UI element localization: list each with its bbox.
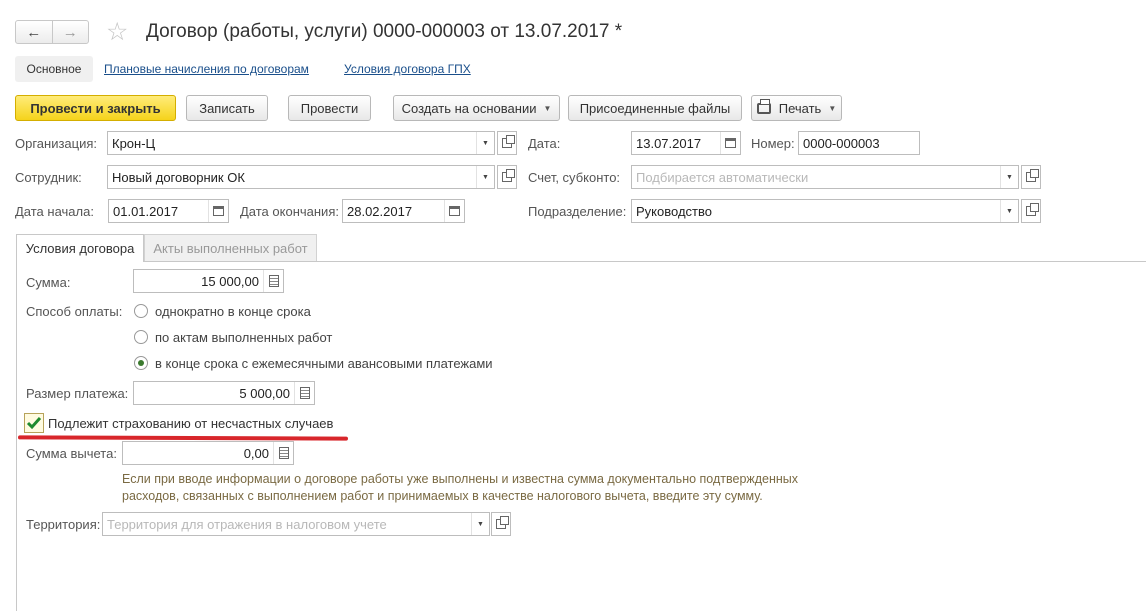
printer-icon xyxy=(756,98,771,114)
attached-files-button[interactable]: Присоединенные файлы xyxy=(568,95,742,121)
calendar-icon[interactable] xyxy=(720,132,740,154)
start-date-value: 01.01.2017 xyxy=(113,203,179,219)
open-icon xyxy=(502,135,515,148)
open-employee-button[interactable] xyxy=(497,165,517,189)
open-account-button[interactable] xyxy=(1021,165,1041,189)
territory-field[interactable]: Территория для отражения в налоговом уче… xyxy=(102,512,490,536)
payment-size-value: 5 000,00 xyxy=(239,385,290,401)
calendar-icon[interactable] xyxy=(444,200,464,222)
tab-contract-conditions[interactable]: Условия договора xyxy=(16,234,144,262)
star-icon[interactable]: ☆ xyxy=(106,19,128,45)
section-main[interactable]: Основное xyxy=(15,56,93,82)
end-date-value: 28.02.2017 xyxy=(347,203,413,219)
date-field[interactable]: 13.07.2017 xyxy=(631,131,741,155)
sum-value: 15 000,00 xyxy=(201,273,259,289)
sum-label: Сумма: xyxy=(26,275,71,290)
chevron-down-icon: ▼ xyxy=(543,103,552,113)
post-and-close-button[interactable]: Провести и закрыть xyxy=(15,95,176,121)
employee-value: Новый договорник ОК xyxy=(112,169,245,185)
number-value: 0000-000003 xyxy=(803,135,880,151)
section-planned-accruals[interactable]: Плановые начисления по договорам xyxy=(104,62,309,76)
print-button[interactable]: Печать ▼ xyxy=(751,95,842,121)
insurance-label[interactable]: Подлежит страхованию от несчастных случа… xyxy=(48,416,333,431)
calculator-icon[interactable] xyxy=(263,270,283,292)
sum-field[interactable]: 15 000,00 xyxy=(133,269,284,293)
date-label: Дата: xyxy=(528,136,561,151)
start-date-label: Дата начала: xyxy=(15,204,94,219)
create-based-on-button[interactable]: Создать на основании ▼ xyxy=(393,95,560,121)
payment-size-label: Размер платежа: xyxy=(26,386,129,401)
calculator-icon[interactable] xyxy=(273,442,293,464)
payment-method-label: Способ оплаты: xyxy=(26,304,123,319)
open-department-button[interactable] xyxy=(1021,199,1041,223)
dropdown-icon[interactable]: ▼ xyxy=(1000,200,1018,222)
dropdown-icon[interactable]: ▼ xyxy=(471,513,489,535)
open-icon xyxy=(1026,203,1039,216)
deduction-value: 0,00 xyxy=(243,445,269,461)
employee-field[interactable]: Новый договорник ОК ▼ xyxy=(107,165,495,189)
open-icon xyxy=(1026,169,1039,182)
tab-completed-acts[interactable]: Акты выполненных работ xyxy=(144,234,317,261)
account-placeholder: Подбирается автоматически xyxy=(636,169,809,185)
number-label: Номер: xyxy=(751,136,795,151)
department-field[interactable]: Руководство ▼ xyxy=(631,199,1019,223)
section-gph-terms[interactable]: Условия договора ГПХ xyxy=(344,62,471,76)
open-organization-button[interactable] xyxy=(497,131,517,155)
open-icon xyxy=(502,169,515,182)
deduction-label: Сумма вычета: xyxy=(26,446,117,461)
back-button[interactable]: ← xyxy=(16,21,52,43)
end-date-field[interactable]: 28.02.2017 xyxy=(342,199,465,223)
radio-monthly-advance[interactable] xyxy=(134,356,148,370)
number-field[interactable]: 0000-000003 xyxy=(798,131,920,155)
account-label: Счет, субконто: xyxy=(528,170,621,185)
radio-monthly-advance-label[interactable]: в конце срока с ежемесячными авансовыми … xyxy=(155,356,493,371)
arrow-left-icon: ← xyxy=(26,23,42,41)
account-field[interactable]: Подбирается автоматически ▼ xyxy=(631,165,1019,189)
organization-value: Крон-Ц xyxy=(112,135,156,151)
calculator-icon[interactable] xyxy=(294,382,314,404)
open-icon xyxy=(496,516,509,529)
dropdown-icon[interactable]: ▼ xyxy=(476,166,494,188)
employee-label: Сотрудник: xyxy=(15,170,82,185)
department-label: Подразделение: xyxy=(528,204,627,219)
start-date-field[interactable]: 01.01.2017 xyxy=(108,199,229,223)
print-label: Печать xyxy=(778,100,822,116)
deduction-field[interactable]: 0,00 xyxy=(122,441,294,465)
territory-placeholder: Территория для отражения в налоговом уче… xyxy=(107,516,387,532)
post-button[interactable]: Провести xyxy=(288,95,371,121)
date-value: 13.07.2017 xyxy=(636,135,702,151)
forward-button[interactable]: → xyxy=(51,21,89,43)
territory-label: Территория: xyxy=(26,517,101,532)
nav-buttons: ← → xyxy=(15,20,89,44)
dropdown-icon[interactable]: ▼ xyxy=(1000,166,1018,188)
deduction-hint: Если при вводе информации о договоре раб… xyxy=(122,472,799,503)
save-button[interactable]: Записать xyxy=(186,95,268,121)
open-territory-button[interactable] xyxy=(491,512,511,536)
end-date-label: Дата окончания: xyxy=(240,204,339,219)
radio-by-acts[interactable] xyxy=(134,330,148,344)
calendar-icon[interactable] xyxy=(208,200,228,222)
dropdown-icon[interactable]: ▼ xyxy=(476,132,494,154)
checkmark-icon xyxy=(26,417,42,430)
radio-once-at-end[interactable] xyxy=(134,304,148,318)
page-title: Договор (работы, услуги) 0000-000003 от … xyxy=(146,21,623,42)
organization-label: Организация: xyxy=(15,136,98,151)
arrow-right-icon: → xyxy=(62,23,78,41)
payment-size-field[interactable]: 5 000,00 xyxy=(133,381,315,405)
radio-once-at-end-label[interactable]: однократно в конце срока xyxy=(155,304,311,319)
insurance-checkbox[interactable] xyxy=(24,413,44,433)
radio-by-acts-label[interactable]: по актам выполненных работ xyxy=(155,330,332,345)
chevron-down-icon: ▼ xyxy=(828,103,837,113)
organization-field[interactable]: Крон-Ц ▼ xyxy=(107,131,495,155)
department-value: Руководство xyxy=(636,203,712,219)
create-based-on-label: Создать на основании xyxy=(401,100,537,116)
